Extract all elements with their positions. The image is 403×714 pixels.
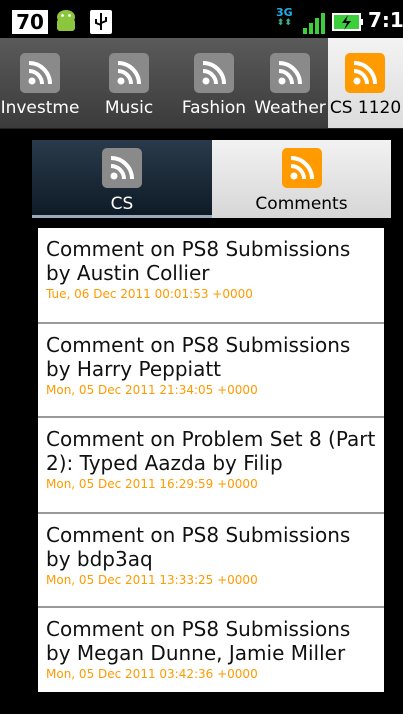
notification-count-badge: 70: [12, 10, 48, 34]
tab-investments[interactable]: Investme: [0, 38, 80, 128]
item-title: Comment on PS8 Submissions by Harry Pepp…: [46, 333, 351, 381]
rss-icon: [270, 53, 310, 93]
list-item[interactable]: Comment on PS8 Submissions by Megan Dunn…: [38, 608, 384, 692]
network-type-indicator: 3G ⬍⬍: [276, 6, 293, 28]
list-item[interactable]: Comment on PS8 Submissions by Harry Pepp…: [38, 324, 384, 418]
item-date: Mon, 05 Dec 2011 16:29:59 +0000: [46, 477, 258, 491]
tab-fashion[interactable]: Fashion: [176, 38, 252, 128]
rss-icon: [345, 53, 385, 93]
rss-icon: [282, 148, 322, 188]
tab-label: Music: [104, 98, 154, 118]
rss-icon: [194, 53, 234, 93]
tab-label: Comments: [255, 194, 348, 214]
list-item[interactable]: Comment on PS8 Submissions by Austin Col…: [38, 228, 384, 324]
item-date: Mon, 05 Dec 2011 13:33:25 +0000: [46, 573, 258, 587]
item-title: Comment on Problem Set 8 (Part 2): Typed…: [46, 427, 376, 475]
android-icon: [57, 10, 75, 31]
item-date: Mon, 05 Dec 2011 03:42:36 +0000: [46, 667, 258, 681]
item-title: Comment on PS8 Submissions by Megan Dunn…: [46, 617, 351, 665]
item-title: Comment on PS8 Submissions by Austin Col…: [46, 237, 351, 285]
signal-icon: [303, 13, 325, 34]
feed-category-tabs: Investme Music Fashion Weather CS 1120: [0, 38, 403, 129]
list-item[interactable]: Comment on PS8 Submissions by bdp3aq Mon…: [38, 514, 384, 608]
tab-cs1120[interactable]: CS 1120: [328, 38, 403, 128]
item-date: Tue, 06 Dec 2011 00:01:53 +0000: [46, 287, 253, 301]
rss-icon: [102, 148, 142, 188]
rss-icon: [109, 53, 149, 93]
item-date: Mon, 05 Dec 2011 21:34:05 +0000: [46, 383, 258, 397]
feed-sub-tabs: CS Comments: [32, 140, 391, 218]
rss-icon: [20, 53, 60, 93]
tab-label: Fashion: [181, 98, 247, 118]
battery-charging-icon: [332, 13, 363, 31]
list-item[interactable]: Comment on Problem Set 8 (Part 2): Typed…: [38, 418, 384, 514]
tab-label: CS: [110, 194, 134, 214]
item-title: Comment on PS8 Submissions by bdp3aq: [46, 523, 351, 571]
tab-label: Weather: [254, 98, 326, 118]
tab-label: CS 1120: [329, 98, 402, 118]
tab-weather[interactable]: Weather: [252, 38, 328, 128]
tab-music[interactable]: Music: [93, 38, 165, 128]
status-bar: 70 3G ⬍⬍ 7:14: [0, 0, 403, 38]
clock: 7:14: [368, 8, 403, 32]
usb-icon: [90, 10, 112, 34]
tab-comments[interactable]: Comments: [212, 140, 391, 218]
tab-cs[interactable]: CS: [32, 140, 212, 218]
tab-label: Investme: [0, 98, 80, 118]
comment-list: Comment on PS8 Submissions by Austin Col…: [38, 228, 384, 692]
feed-panel: CS Comments Comment on PS8 Submissions b…: [20, 130, 395, 708]
